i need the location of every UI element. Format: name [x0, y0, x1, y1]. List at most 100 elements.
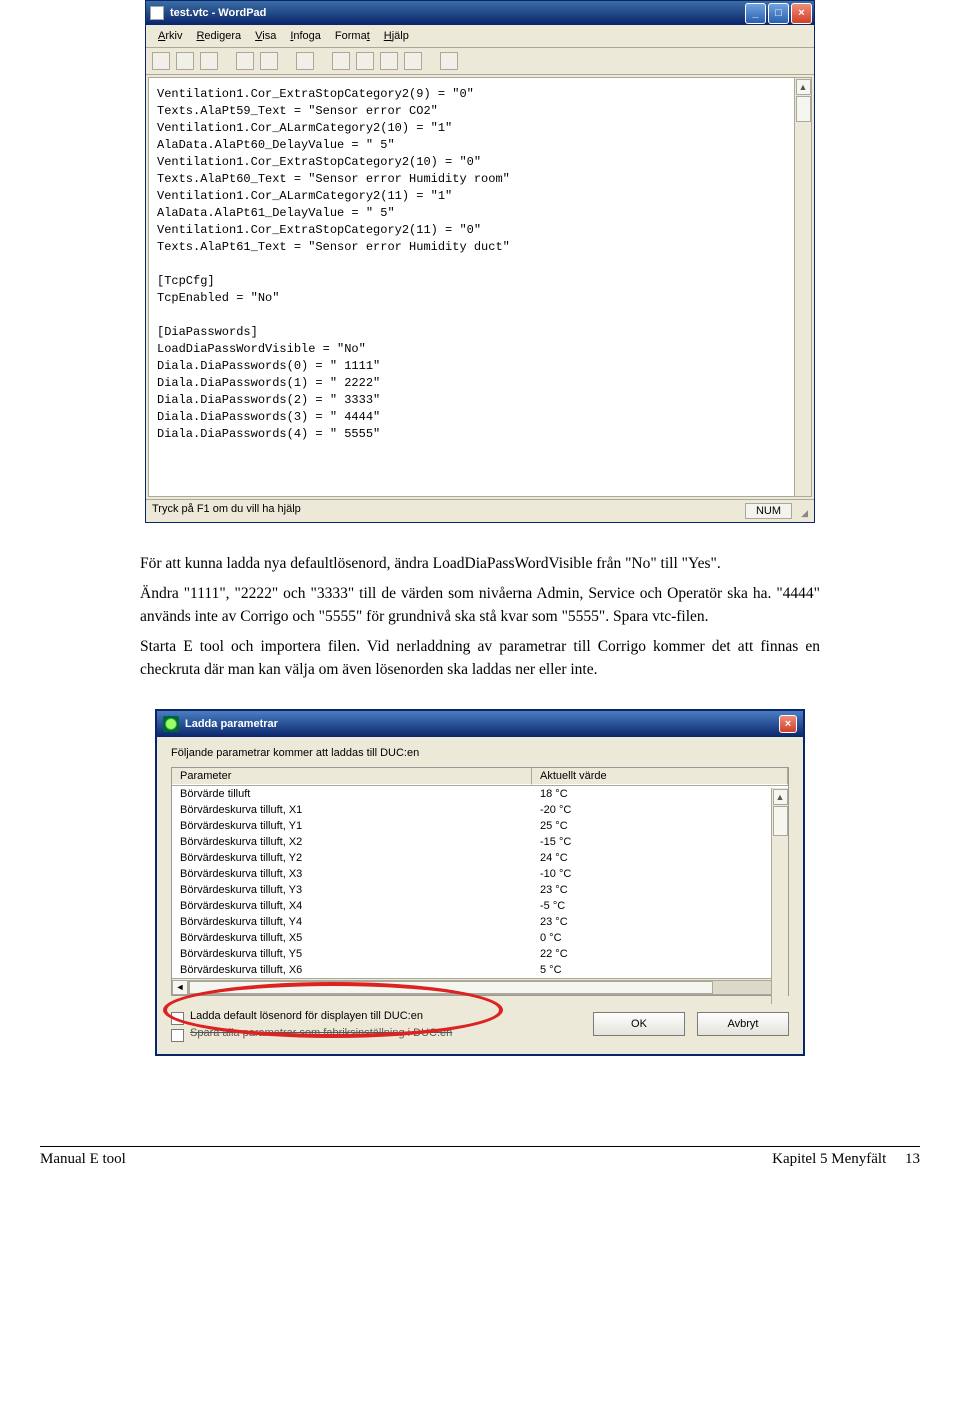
- minimize-button[interactable]: _: [745, 3, 766, 24]
- header-value[interactable]: Aktuellt värde: [532, 768, 788, 785]
- scroll-up-icon[interactable]: ▲: [796, 79, 811, 95]
- checkbox-icon[interactable]: [171, 1012, 184, 1025]
- copy-icon[interactable]: [356, 52, 374, 70]
- page-footer: Manual E tool Kapitel 5 Menyfält 13: [40, 1146, 920, 1168]
- menu-arkiv[interactable]: Arkiv: [152, 28, 188, 44]
- table-row[interactable]: Börvärdeskurva tilluft, X1-20 °C: [172, 802, 788, 818]
- paragraph-2: Ändra "1111", "2222" och "3333" till de …: [140, 583, 820, 628]
- table-horizontal-scrollbar[interactable]: ◄ ►: [172, 978, 788, 995]
- dialog-intro: Följande parametrar kommer att laddas ti…: [171, 747, 789, 759]
- menu-visa[interactable]: Visa: [249, 28, 282, 44]
- menu-redigera[interactable]: Redigera: [190, 28, 247, 44]
- checkbox-save-factory[interactable]: Spara alla parametrar som fabriksinställ…: [171, 1027, 579, 1042]
- dialog-titlebar[interactable]: Ladda parametrar ×: [157, 711, 803, 737]
- paragraph-1: För att kunna ladda nya defaultlösenord,…: [140, 553, 820, 575]
- cancel-button[interactable]: Avbryt: [697, 1012, 789, 1036]
- dialog-icon: [163, 716, 179, 732]
- checkbox-icon[interactable]: [171, 1029, 184, 1042]
- cell-parameter: Börvärdeskurva tilluft, Y5: [172, 946, 532, 962]
- menu-hjalp[interactable]: Hjälp: [378, 28, 415, 44]
- cell-value: 24 °C: [532, 850, 788, 866]
- cell-parameter: Börvärdeskurva tilluft, X1: [172, 802, 532, 818]
- paragraph-3: Starta E tool och importera filen. Vid n…: [140, 636, 820, 681]
- cell-parameter: Börvärdeskurva tilluft, Y1: [172, 818, 532, 834]
- close-button[interactable]: ×: [791, 3, 812, 24]
- checkbox-load-password[interactable]: Ladda default lösenord för displayen til…: [171, 1010, 579, 1025]
- checkbox-label-2: Spara alla parametrar som fabriksinställ…: [190, 1027, 452, 1039]
- scroll-left-icon[interactable]: ◄: [172, 980, 188, 995]
- table-row[interactable]: Börvärdeskurva tilluft, X3-10 °C: [172, 866, 788, 882]
- table-row[interactable]: Börvärdeskurva tilluft, X65 °C: [172, 962, 788, 978]
- maximize-button[interactable]: □: [768, 3, 789, 24]
- cell-parameter: Börvärdeskurva tilluft, Y4: [172, 914, 532, 930]
- ok-button[interactable]: OK: [593, 1012, 685, 1036]
- menu-format[interactable]: Format: [329, 28, 376, 44]
- new-icon[interactable]: [152, 52, 170, 70]
- wordpad-titlebar[interactable]: test.vtc - WordPad _ □ ×: [146, 1, 814, 25]
- find-icon[interactable]: [296, 52, 314, 70]
- app-icon: [150, 6, 164, 20]
- table-row[interactable]: Börvärde tilluft18 °C: [172, 786, 788, 802]
- toolbar: [146, 48, 814, 75]
- undo-icon[interactable]: [404, 52, 422, 70]
- dialog-title: Ladda parametrar: [185, 718, 278, 730]
- table-row[interactable]: Börvärdeskurva tilluft, Y522 °C: [172, 946, 788, 962]
- cell-value: 25 °C: [532, 818, 788, 834]
- table-row[interactable]: Börvärdeskurva tilluft, Y323 °C: [172, 882, 788, 898]
- dialog-close-button[interactable]: ×: [779, 715, 797, 733]
- footer-chapter: Kapitel 5 Menyfält: [772, 1151, 886, 1167]
- cell-value: -20 °C: [532, 802, 788, 818]
- wordpad-window: test.vtc - WordPad _ □ × Arkiv Redigera …: [145, 0, 815, 523]
- table-row[interactable]: Börvärdeskurva tilluft, Y423 °C: [172, 914, 788, 930]
- table-vertical-scrollbar[interactable]: ▲: [771, 788, 788, 1004]
- save-icon[interactable]: [200, 52, 218, 70]
- document-body: För att kunna ladda nya defaultlösenord,…: [140, 553, 820, 681]
- document-area[interactable]: Ventilation1.Cor_ExtraStopCategory2(9) =…: [148, 77, 812, 497]
- parameter-table: Parameter Aktuellt värde Börvärde tilluf…: [171, 767, 789, 996]
- datetime-icon[interactable]: [440, 52, 458, 70]
- status-bar: Tryck på F1 om du vill ha hjälp NUM ◢: [146, 499, 814, 522]
- print-icon[interactable]: [236, 52, 254, 70]
- scroll-thumb[interactable]: [773, 806, 788, 836]
- table-row[interactable]: Börvärdeskurva tilluft, X4-5 °C: [172, 898, 788, 914]
- hscroll-thumb[interactable]: [189, 981, 713, 994]
- menubar: Arkiv Redigera Visa Infoga Format Hjälp: [146, 25, 814, 48]
- cell-parameter: Börvärdeskurva tilluft, X2: [172, 834, 532, 850]
- cell-value: 22 °C: [532, 946, 788, 962]
- cell-value: 23 °C: [532, 882, 788, 898]
- cell-parameter: Börvärde tilluft: [172, 786, 532, 802]
- cell-parameter: Börvärdeskurva tilluft, X4: [172, 898, 532, 914]
- resize-grip-icon[interactable]: ◢: [792, 503, 808, 519]
- cell-value: -10 °C: [532, 866, 788, 882]
- cell-value: 0 °C: [532, 930, 788, 946]
- cut-icon[interactable]: [332, 52, 350, 70]
- cell-value: 23 °C: [532, 914, 788, 930]
- cell-parameter: Börvärdeskurva tilluft, X5: [172, 930, 532, 946]
- cell-parameter: Börvärdeskurva tilluft, X6: [172, 962, 532, 978]
- load-parameters-dialog: Ladda parametrar × Följande parametrar k…: [155, 709, 805, 1056]
- menu-infoga[interactable]: Infoga: [284, 28, 327, 44]
- scroll-up-icon[interactable]: ▲: [773, 789, 788, 805]
- scroll-thumb[interactable]: [796, 96, 811, 122]
- cell-value: 18 °C: [532, 786, 788, 802]
- status-num: NUM: [745, 503, 792, 519]
- footer-page: 13: [905, 1151, 920, 1167]
- table-row[interactable]: Börvärdeskurva tilluft, Y224 °C: [172, 850, 788, 866]
- window-title: test.vtc - WordPad: [170, 7, 266, 19]
- status-text: Tryck på F1 om du vill ha hjälp: [152, 503, 741, 519]
- header-parameter[interactable]: Parameter: [172, 768, 532, 785]
- table-row[interactable]: Börvärdeskurva tilluft, X2-15 °C: [172, 834, 788, 850]
- open-icon[interactable]: [176, 52, 194, 70]
- footer-left: Manual E tool: [40, 1151, 772, 1168]
- cell-value: -15 °C: [532, 834, 788, 850]
- vertical-scrollbar[interactable]: ▲: [794, 78, 811, 496]
- table-header: Parameter Aktuellt värde: [172, 768, 788, 786]
- table-row[interactable]: Börvärdeskurva tilluft, Y125 °C: [172, 818, 788, 834]
- cell-value: -5 °C: [532, 898, 788, 914]
- preview-icon[interactable]: [260, 52, 278, 70]
- cell-value: 5 °C: [532, 962, 788, 978]
- document-text[interactable]: Ventilation1.Cor_ExtraStopCategory2(9) =…: [149, 78, 811, 451]
- table-row[interactable]: Börvärdeskurva tilluft, X50 °C: [172, 930, 788, 946]
- checkbox-label-1: Ladda default lösenord för displayen til…: [190, 1010, 423, 1022]
- paste-icon[interactable]: [380, 52, 398, 70]
